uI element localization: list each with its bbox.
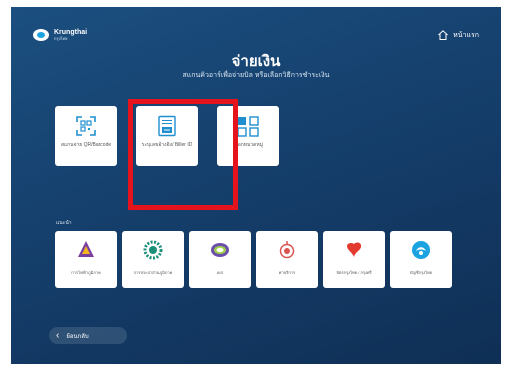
biller-label: บัญชีกรุงไทย [409,270,433,275]
bank-logo-icon [33,29,49,41]
biller-tile-krungthai[interactable]: บัญชีกรุงไทย [390,231,452,288]
biller-tile-water[interactable]: การประปาส่วนภูมิภาค [122,231,184,288]
krungthai-icon [412,241,430,259]
payment-screen: Krungthai กรุงไทย หน้าแรก จ่ายเงิน สแกนค… [11,7,501,364]
brand-subname: กรุงไทย [54,36,68,41]
biller-tile-card[interactable]: บัตรกรุงไทย / กรุงศรี [323,231,385,288]
biller-tile-electricity[interactable]: การไฟฟ้าภูมิภาค [55,231,117,288]
biller-tile-service[interactable]: ค่าบริการ [256,231,318,288]
home-icon [438,30,448,40]
qr-scan-option[interactable]: สแกนจ่าย QR/Barcode [55,106,117,166]
highlight-box [128,99,238,210]
biller-label: บัตรกรุงไทย / กรุงศรี [336,270,372,275]
back-label: ย้อนกลับ [66,333,89,340]
biller-label: ค่าบริการ [278,270,296,275]
category-grid-icon [237,116,259,137]
page-subtitle: สแกนคิวอาร์เพื่อจ่ายบิล หรือเลือกวิธีการ… [182,72,330,79]
home-label: หน้าแรก [453,31,479,39]
brand-name: Krungthai [54,29,88,36]
biller-label: การไฟฟ้าภูมิภาค [71,270,101,275]
qr-scan-icon [76,116,96,136]
card-icon [347,242,362,257]
biller-label: AIS [216,270,224,275]
ais-icon [211,243,229,257]
chevron-left-icon: ‹ [56,329,60,341]
biller-tile-ais[interactable]: AIS [189,231,251,288]
home-button[interactable]: หน้าแรก [437,29,479,41]
qr-scan-label: สแกนจ่าย QR/Barcode [60,142,112,148]
service-icon [279,241,295,259]
electricity-icon [78,241,94,257]
krungthai-logo: Krungthai กรุงไทย [33,29,87,41]
back-button[interactable]: ‹ ย้อนกลับ [49,327,127,344]
water-icon [143,240,163,260]
biller-label: การประปาส่วนภูมิภาค [133,270,173,275]
recommended-section-label: แนะนำ [56,220,72,226]
